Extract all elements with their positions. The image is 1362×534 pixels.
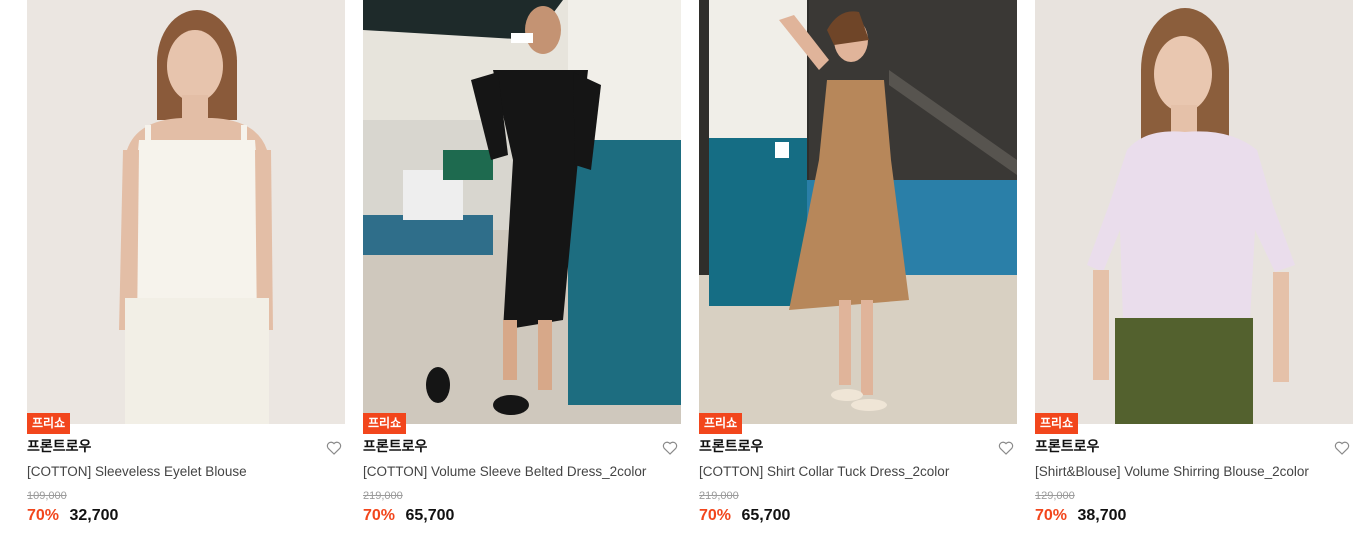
product-name[interactable]: [COTTON] Volume Sleeve Belted Dress_2col… bbox=[363, 463, 663, 481]
brand-name[interactable]: 프론트로우 bbox=[699, 438, 763, 456]
product-name[interactable]: [COTTON] Sleeveless Eyelet Blouse bbox=[27, 463, 327, 481]
sale-price: 38,700 bbox=[1077, 507, 1127, 524]
heart-icon[interactable] bbox=[1334, 440, 1350, 456]
original-price: 219,000 bbox=[363, 490, 403, 502]
product-image[interactable] bbox=[699, 0, 1017, 424]
badge-preshow: 프리쇼 bbox=[1035, 413, 1079, 434]
badge-preshow: 프리쇼 bbox=[27, 413, 71, 434]
original-price: 109,000 bbox=[27, 490, 67, 502]
discount-rate: 70% bbox=[699, 507, 732, 524]
price-row: 70% 65,700 bbox=[363, 505, 454, 527]
heart-icon[interactable] bbox=[326, 440, 342, 456]
brand-name[interactable]: 프론트로우 bbox=[363, 438, 427, 456]
sale-price: 32,700 bbox=[69, 507, 119, 524]
product-card[interactable]: 프리쇼 프론트로우 [COTTON] Volume Sleeve Belted … bbox=[363, 0, 681, 534]
product-image[interactable] bbox=[1035, 0, 1353, 424]
brand-name[interactable]: 프론트로우 bbox=[27, 438, 91, 456]
badge-preshow: 프리쇼 bbox=[363, 413, 407, 434]
original-price: 129,000 bbox=[1035, 490, 1075, 502]
product-image[interactable] bbox=[27, 0, 345, 424]
badge-preshow: 프리쇼 bbox=[699, 413, 743, 434]
product-card[interactable]: 프리쇼 프론트로우 [COTTON] Sleeveless Eyelet Blo… bbox=[27, 0, 345, 534]
brand-name[interactable]: 프론트로우 bbox=[1035, 438, 1099, 456]
product-card[interactable]: 프리쇼 프론트로우 [COTTON] Shirt Collar Tuck Dre… bbox=[699, 0, 1017, 534]
discount-rate: 70% bbox=[363, 507, 396, 524]
heart-icon[interactable] bbox=[662, 440, 678, 456]
price-row: 70% 65,700 bbox=[699, 505, 790, 527]
product-name[interactable]: [COTTON] Shirt Collar Tuck Dress_2color bbox=[699, 463, 999, 481]
sale-price: 65,700 bbox=[741, 507, 791, 524]
product-image[interactable] bbox=[363, 0, 681, 424]
original-price: 219,000 bbox=[699, 490, 739, 502]
sale-price: 65,700 bbox=[405, 507, 455, 524]
product-name[interactable]: [Shirt&Blouse] Volume Shirring Blouse_2c… bbox=[1035, 463, 1335, 481]
product-card[interactable]: 프리쇼 프론트로우 [Shirt&Blouse] Volume Shirring… bbox=[1035, 0, 1353, 534]
discount-rate: 70% bbox=[27, 507, 60, 524]
heart-icon[interactable] bbox=[998, 440, 1014, 456]
price-row: 70% 38,700 bbox=[1035, 505, 1126, 527]
price-row: 70% 32,700 bbox=[27, 505, 118, 527]
product-grid: 프리쇼 프론트로우 [COTTON] Sleeveless Eyelet Blo… bbox=[0, 0, 1362, 534]
discount-rate: 70% bbox=[1035, 507, 1068, 524]
